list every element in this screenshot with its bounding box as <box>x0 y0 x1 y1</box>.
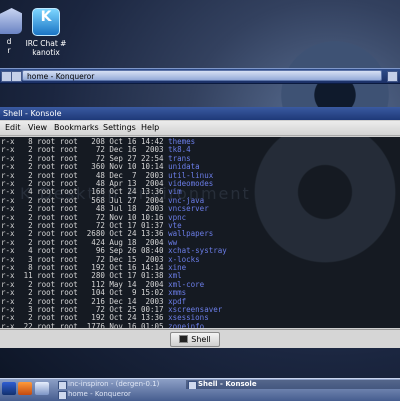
konsole-window: Shell - Konsole Edit View Bookmarks Sett… <box>0 107 400 348</box>
menu-edit[interactable]: Edit <box>5 121 21 135</box>
terminal-area[interactable]: K Desktop Environment r-x 8 root root 20… <box>0 137 400 328</box>
konsole-title[interactable]: Shell - Konsole <box>0 107 400 120</box>
listing-name: zoneinfo <box>168 321 205 328</box>
close-icon[interactable] <box>387 71 398 82</box>
desktop-icon-irc-chat[interactable]: K IRC Chat # kanotix <box>22 8 70 57</box>
menu-settings[interactable]: Settings <box>103 121 136 135</box>
taskbar-task-konqueror[interactable]: home - Konqueror <box>56 390 184 399</box>
desktop-icon-label: d r <box>6 37 12 55</box>
kmenu-icon[interactable] <box>2 382 16 395</box>
taskbar-task-konsole[interactable]: Shell - Konsole <box>186 380 400 389</box>
terminal-icon <box>179 335 189 343</box>
sticky-icon[interactable] <box>11 71 22 82</box>
menu-help[interactable]: Help <box>141 121 159 135</box>
konqueror-titlebar[interactable]: home - Konqueror <box>0 68 400 84</box>
menu-view[interactable]: View <box>28 121 47 135</box>
folder-icon <box>0 8 22 34</box>
taskbar: inc-inspiron - (dergen-0.1) home - Konqu… <box>0 378 400 401</box>
quicklaunch-icon[interactable] <box>18 382 32 395</box>
shell-session-tab[interactable]: Shell <box>170 332 220 347</box>
konqueror-title: home - Konqueror <box>22 70 382 81</box>
desktop-icon[interactable]: d r <box>0 8 24 55</box>
menu-bar: Edit View Bookmarks Settings Help <box>0 121 400 136</box>
menu-bookmarks[interactable]: Bookmarks <box>54 121 99 135</box>
irc-chat-icon: K <box>32 8 60 36</box>
desktop-icon-label: IRC Chat # kanotix <box>25 39 67 57</box>
session-tab-bar: Shell <box>0 329 400 348</box>
listing-meta: r-x 22 root root 1776 Nov 16 01:05 <box>1 321 169 328</box>
gear-graphic <box>240 137 400 277</box>
taskbar-task[interactable]: inc-inspiron - (dergen-0.1) <box>56 380 184 389</box>
listing-row: r-x 22 root root 1776 Nov 16 01:05 zonei… <box>1 321 205 328</box>
home-folder-icon[interactable] <box>35 382 49 395</box>
